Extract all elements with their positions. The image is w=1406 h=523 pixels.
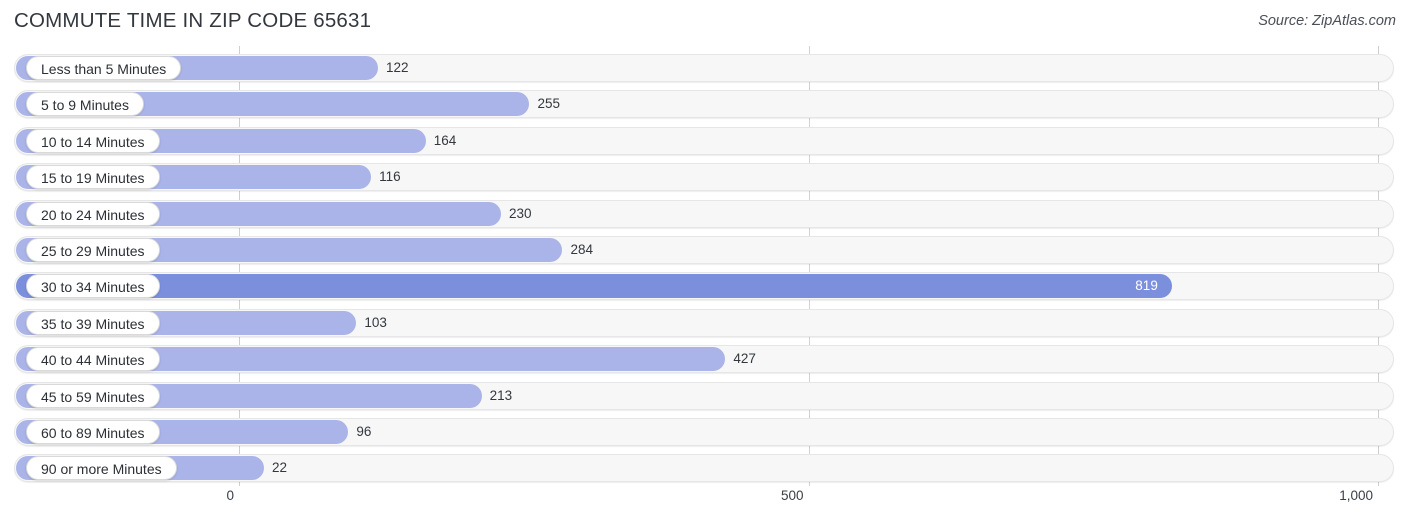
x-axis-tick-label: 1,000: [1339, 488, 1373, 503]
category-label: 30 to 34 Minutes: [26, 274, 160, 299]
bar-row[interactable]: 230 20 to 24 Minutes: [14, 199, 1394, 228]
bar-value-label: 255: [537, 96, 560, 112]
bar-row[interactable]: 427 40 to 44 Minutes: [14, 345, 1394, 374]
bar-value-label: 164: [433, 132, 457, 148]
bar-value-label: 213: [489, 387, 513, 403]
bar-value-label: 22: [272, 460, 288, 476]
bar-row[interactable]: 96 60 to 89 Minutes: [14, 418, 1394, 446]
category-label: Less than 5 Minutes: [26, 56, 182, 80]
bar-row[interactable]: 122 Less than 5 Minutes: [14, 54, 1394, 82]
x-axis: 0 500 1,000: [0, 486, 1406, 523]
x-axis-tick-label: 500: [780, 488, 804, 503]
category-label: 5 to 9 Minutes: [26, 92, 144, 117]
source-attribution: Source: ZipAtlas.com: [1258, 13, 1396, 29]
bar-value-label: 427: [733, 351, 756, 367]
category-label: 35 to 39 Minutes: [26, 310, 160, 335]
bar-row[interactable]: 103 35 to 39 Minutes: [14, 308, 1394, 337]
bar-value-label: 230: [508, 205, 532, 221]
bar-row[interactable]: 22 90 or more Minutes: [14, 454, 1394, 483]
category-label: 40 to 44 Minutes: [26, 347, 160, 372]
category-label: 15 to 19 Minutes: [26, 165, 160, 190]
chart-plot-area: 122 Less than 5 Minutes 255 5 to 9 Minutes 1…: [0, 46, 1406, 486]
category-label: 20 to 24 Minutes: [26, 201, 160, 226]
bar-value-label: 122: [385, 60, 409, 75]
bar-value-label: 116: [379, 169, 401, 185]
category-label: 25 to 29 Minutes: [26, 238, 160, 262]
page-title: COMMUTE TIME IN ZIP CODE 65631: [14, 9, 372, 32]
bar[interactable]: 819: [16, 274, 1172, 299]
category-label: 90 or more Minutes: [26, 456, 177, 481]
bar-value-label: 96: [356, 424, 372, 439]
bar-value-label: 284: [570, 242, 593, 257]
category-label: 45 to 59 Minutes: [26, 383, 160, 408]
x-axis-tick-label: 0: [226, 488, 234, 503]
category-label: 10 to 14 Minutes: [26, 128, 160, 153]
bar-row[interactable]: 819 30 to 34 Minutes: [14, 272, 1394, 301]
bar-row[interactable]: 213 45 to 59 Minutes: [14, 381, 1394, 410]
chart-header: COMMUTE TIME IN ZIP CODE 65631 Source: Z…: [0, 0, 1406, 46]
category-label: 60 to 89 Minutes: [26, 420, 160, 444]
bar-value-label: 819: [1135, 278, 1158, 294]
bar-row[interactable]: 284 25 to 29 Minutes: [14, 236, 1394, 264]
bar-row[interactable]: 255 5 to 9 Minutes: [14, 90, 1394, 119]
bar-row[interactable]: 116 15 to 19 Minutes: [14, 163, 1394, 192]
bar-value-label: 103: [364, 314, 387, 330]
bar-row[interactable]: 164 10 to 14 Minutes: [14, 126, 1394, 155]
